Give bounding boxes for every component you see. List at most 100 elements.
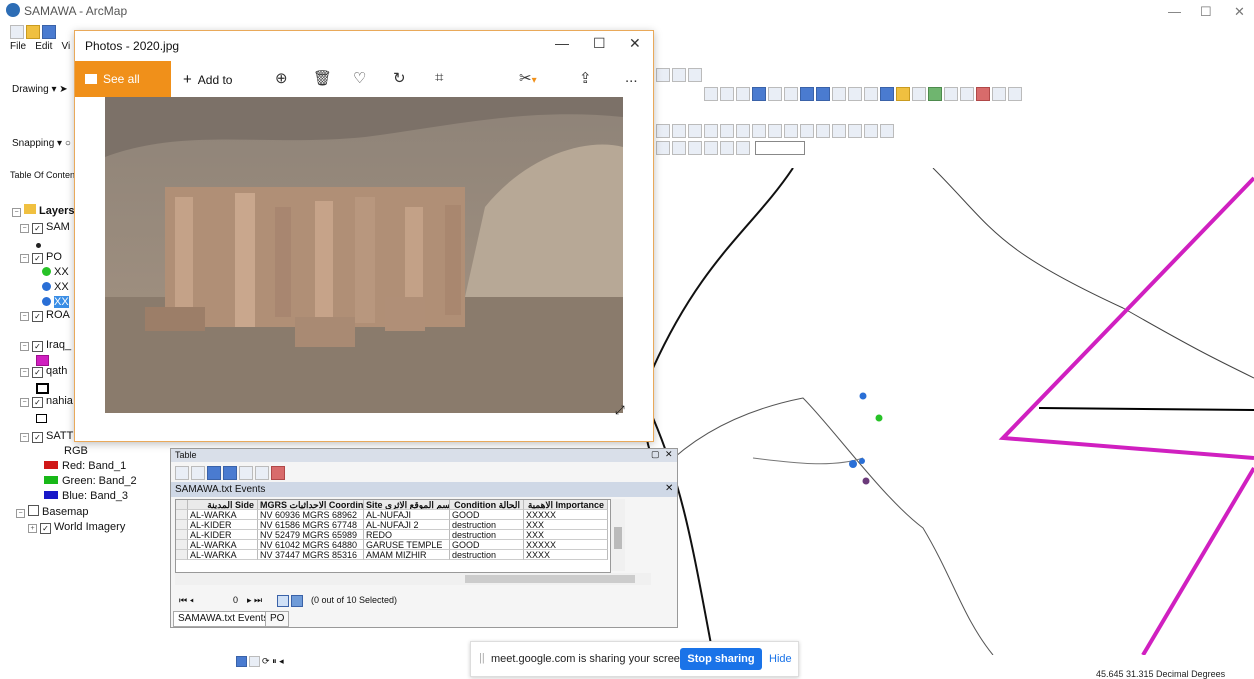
editor-combo[interactable]: [755, 141, 806, 155]
table-cell[interactable]: XXXXX: [524, 510, 608, 520]
photos-maximize-button[interactable]: ☐: [593, 35, 606, 52]
scroll-left-icon[interactable]: ◂: [279, 656, 284, 666]
collapse-icon[interactable]: −: [20, 224, 29, 233]
edit-tool-icon[interactable]: [688, 141, 702, 155]
drag-handle-icon[interactable]: ||: [479, 652, 485, 664]
edit-icon[interactable]: ✂▾: [519, 69, 537, 87]
favorite-icon[interactable]: ♡: [353, 69, 366, 87]
table-cell[interactable]: XXXXX: [524, 540, 608, 550]
table-cell[interactable]: destruction: [450, 550, 524, 560]
edit-tool-icon[interactable]: [688, 124, 702, 138]
time-slider-icon[interactable]: [992, 87, 1006, 101]
row-selector[interactable]: [176, 530, 188, 540]
edit-tool-icon[interactable]: [720, 141, 734, 155]
table-cell[interactable]: AL-NUFAJI: [364, 510, 450, 520]
toc-layer-roa[interactable]: − ✓ ROA: [20, 309, 70, 322]
toc-layer-sam[interactable]: − ✓ SAM: [20, 221, 70, 234]
collapse-icon[interactable]: −: [20, 433, 29, 442]
measure-icon[interactable]: [928, 87, 942, 101]
edit-tool-icon[interactable]: [784, 124, 798, 138]
column-header[interactable]: المدينة Side: [188, 500, 258, 510]
pause-icon[interactable]: ⏸: [272, 656, 277, 666]
zoom-icon[interactable]: ⊕: [275, 69, 288, 87]
toc-layer-iraq[interactable]: − ✓ Iraq_: [20, 339, 71, 352]
collapse-icon[interactable]: −: [20, 254, 29, 263]
delete-icon[interactable]: 🗑: [313, 69, 332, 87]
see-all-photos-button[interactable]: See all photos: [75, 61, 171, 122]
layer-checkbox[interactable]: ✓: [32, 397, 43, 408]
fixed-zoom-icon[interactable]: [784, 87, 798, 101]
save-icon[interactable]: [42, 25, 56, 39]
hyperlink-icon[interactable]: [896, 87, 910, 101]
tab-close-icon[interactable]: ✕: [665, 483, 673, 494]
drawing-toolbar[interactable]: Drawing ▾ ➤: [12, 84, 68, 95]
photos-minimize-button[interactable]: —: [555, 35, 569, 51]
edit-tool-icon[interactable]: [704, 141, 718, 155]
clear-icon[interactable]: [848, 87, 862, 101]
table-row[interactable]: AL-WARKA NV 37447 MGRS 85316 AMAM MIZHIR de…: [176, 550, 610, 560]
column-header[interactable]: MGRS الاحداثيات Coordinate: [258, 500, 364, 510]
toc-layer-nahia[interactable]: − ✓ nahia: [20, 395, 73, 408]
table-cell[interactable]: GARUSE TEMPLE: [364, 540, 450, 550]
edit-tool-icon[interactable]: [656, 124, 670, 138]
expand-icon[interactable]: +: [28, 524, 37, 533]
tab-po[interactable]: PO: [265, 611, 290, 627]
grid-hscroll[interactable]: [175, 573, 651, 585]
layer-checkbox[interactable]: ✓: [32, 367, 43, 378]
html-popup-icon[interactable]: [912, 87, 926, 101]
tool-icon[interactable]: [688, 68, 702, 82]
zoom-to-selected-icon[interactable]: [255, 466, 269, 480]
tool-icon[interactable]: [672, 68, 686, 82]
edit-tool-icon[interactable]: [720, 124, 734, 138]
edit-tool-icon[interactable]: [848, 124, 862, 138]
pan-icon[interactable]: [736, 87, 750, 101]
row-selector[interactable]: [176, 540, 188, 550]
goto-xy-icon[interactable]: [976, 87, 990, 101]
table-cell[interactable]: XXX: [524, 520, 608, 530]
edit-tool-icon[interactable]: [736, 141, 750, 155]
collapse-icon[interactable]: −: [20, 398, 29, 407]
layer-checkbox[interactable]: ✓: [32, 223, 43, 234]
table-cell[interactable]: AL-KIDER: [188, 530, 258, 540]
column-header[interactable]: Site اسم الموقع الاثري: [364, 500, 450, 510]
table-cell[interactable]: AL-WARKA: [188, 550, 258, 560]
table-row[interactable]: AL-KIDER NV 61586 MGRS 67748 AL-NUFAJI 2 de…: [176, 520, 610, 530]
menu-edit[interactable]: Edit: [35, 41, 52, 52]
edit-tool-icon[interactable]: [656, 141, 670, 155]
new-icon[interactable]: [10, 25, 24, 39]
share-icon[interactable]: ⇪: [579, 69, 592, 87]
edit-tool-icon[interactable]: [768, 124, 782, 138]
toc-layer-qath[interactable]: − ✓ qath: [20, 365, 67, 378]
collapse-icon[interactable]: −: [20, 342, 29, 351]
rotate-icon[interactable]: ↻: [393, 69, 406, 87]
grid-vscroll[interactable]: [611, 499, 625, 571]
related-tables-icon[interactable]: [191, 466, 205, 480]
tool-icon[interactable]: [656, 68, 670, 82]
toc-layer-satt[interactable]: − ✓ SATT: [20, 430, 73, 443]
layer-checkbox[interactable]: [28, 505, 39, 516]
select-icon[interactable]: [832, 87, 846, 101]
vscroll-thumb[interactable]: [614, 527, 622, 549]
table-cell[interactable]: XXX: [524, 530, 608, 540]
layout-view-icon[interactable]: [249, 656, 260, 668]
layer-checkbox[interactable]: ✓: [32, 311, 43, 322]
data-view-icon[interactable]: [236, 656, 247, 668]
fixed-zoom-icon[interactable]: [768, 87, 782, 101]
select-by-attributes-icon[interactable]: [207, 466, 221, 480]
clear-selection-icon[interactable]: [239, 466, 253, 480]
table-close-button[interactable]: ✕: [665, 449, 673, 460]
edit-tool-icon[interactable]: [672, 141, 686, 155]
zoom-out-icon[interactable]: [720, 87, 734, 101]
identify-icon[interactable]: [880, 87, 894, 101]
toc-layers-root[interactable]: − Layers: [12, 204, 74, 217]
table-cell[interactable]: AL-KIDER: [188, 520, 258, 530]
delete-selected-icon[interactable]: [271, 466, 285, 480]
arcmap-minimize-button[interactable]: —: [1168, 4, 1181, 19]
table-cell[interactable]: NV 61042 MGRS 64880: [258, 540, 364, 550]
toc-world-imagery[interactable]: + ✓ World Imagery: [28, 521, 125, 534]
arcmap-maximize-button[interactable]: ☐: [1200, 4, 1212, 20]
edit-tool-icon[interactable]: [704, 124, 718, 138]
table-cell[interactable]: XXXX: [524, 550, 608, 560]
open-icon[interactable]: [26, 25, 40, 39]
table-row[interactable]: AL-KIDER NV 52479 MGRS 65989 REDO destructi…: [176, 530, 610, 540]
